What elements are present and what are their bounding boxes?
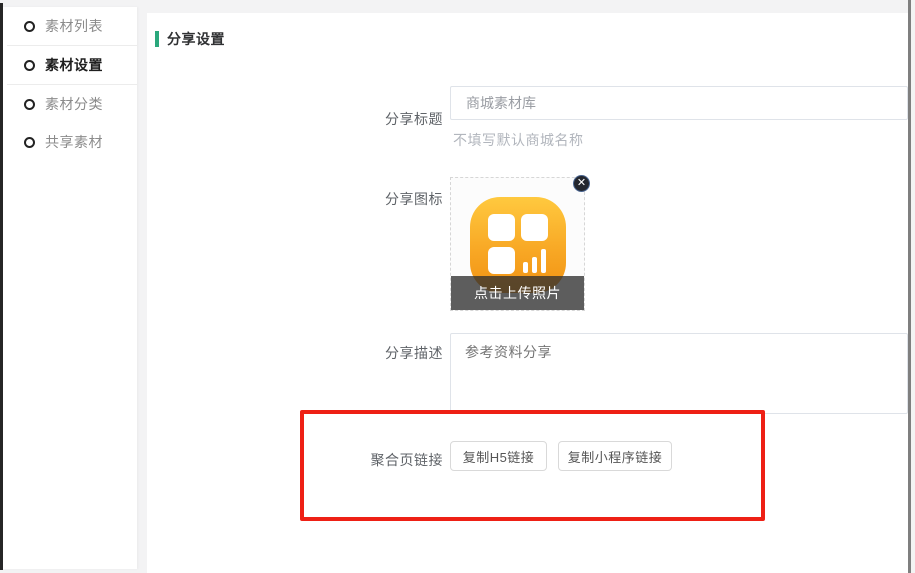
sidebar: 素材列表 素材设置 素材分类 共享素材 xyxy=(3,7,137,569)
share-title-helper-text: 不填写默认商城名称 xyxy=(453,130,584,150)
copy-h5-link-button[interactable]: 复制H5链接 xyxy=(450,441,547,471)
share-desc-label: 分享描述 xyxy=(147,343,443,363)
icon-square-top-left xyxy=(488,214,515,241)
share-title-label: 分享标题 xyxy=(147,109,443,129)
sidebar-item-material-category[interactable]: 素材分类 xyxy=(3,85,137,123)
scrollbar-track xyxy=(908,0,915,573)
sidebar-item-label: 素材列表 xyxy=(45,16,103,36)
copy-miniprogram-link-button[interactable]: 复制小程序链接 xyxy=(558,441,672,471)
sidebar-item-shared-material[interactable]: 共享素材 xyxy=(3,123,137,161)
aggregate-link-label: 聚合页链接 xyxy=(147,450,443,470)
sidebar-item-label: 素材设置 xyxy=(45,55,103,75)
sidebar-item-material-settings[interactable]: 素材设置 xyxy=(3,46,137,84)
section-header: 分享设置 xyxy=(155,29,225,49)
radio-circle-icon xyxy=(24,99,35,110)
share-title-input[interactable] xyxy=(450,86,908,120)
sidebar-item-label: 共享素材 xyxy=(45,132,103,152)
icon-upload-box[interactable]: 点击上传照片 ✕ xyxy=(450,177,585,311)
sidebar-item-label: 素材分类 xyxy=(45,94,103,114)
upload-photo-button[interactable]: 点击上传照片 xyxy=(451,276,584,310)
sidebar-item-material-list[interactable]: 素材列表 xyxy=(3,7,137,45)
remove-icon-button[interactable]: ✕ xyxy=(573,175,590,192)
page-title: 分享设置 xyxy=(167,29,225,49)
scrollbar-thumb[interactable] xyxy=(908,0,911,573)
radio-circle-icon xyxy=(24,21,35,32)
share-icon-label: 分享图标 xyxy=(147,189,443,209)
main-panel: 分享设置 分享标题 不填写默认商城名称 分享图标 点击上传照片 ✕ 分享描述 聚… xyxy=(147,13,908,573)
icon-square-top-right xyxy=(521,214,548,241)
icon-square-bottom-left xyxy=(488,247,515,274)
radio-circle-icon xyxy=(24,60,35,71)
radio-circle-icon xyxy=(24,137,35,148)
icon-bar-chart xyxy=(522,247,548,274)
app-icon-grid xyxy=(488,214,548,274)
accent-bar xyxy=(155,31,159,47)
share-desc-textarea[interactable] xyxy=(450,333,908,414)
app-screen: 素材列表 素材设置 素材分类 共享素材 分享设置 分享标题 不填写默认商城名称 … xyxy=(0,0,915,573)
